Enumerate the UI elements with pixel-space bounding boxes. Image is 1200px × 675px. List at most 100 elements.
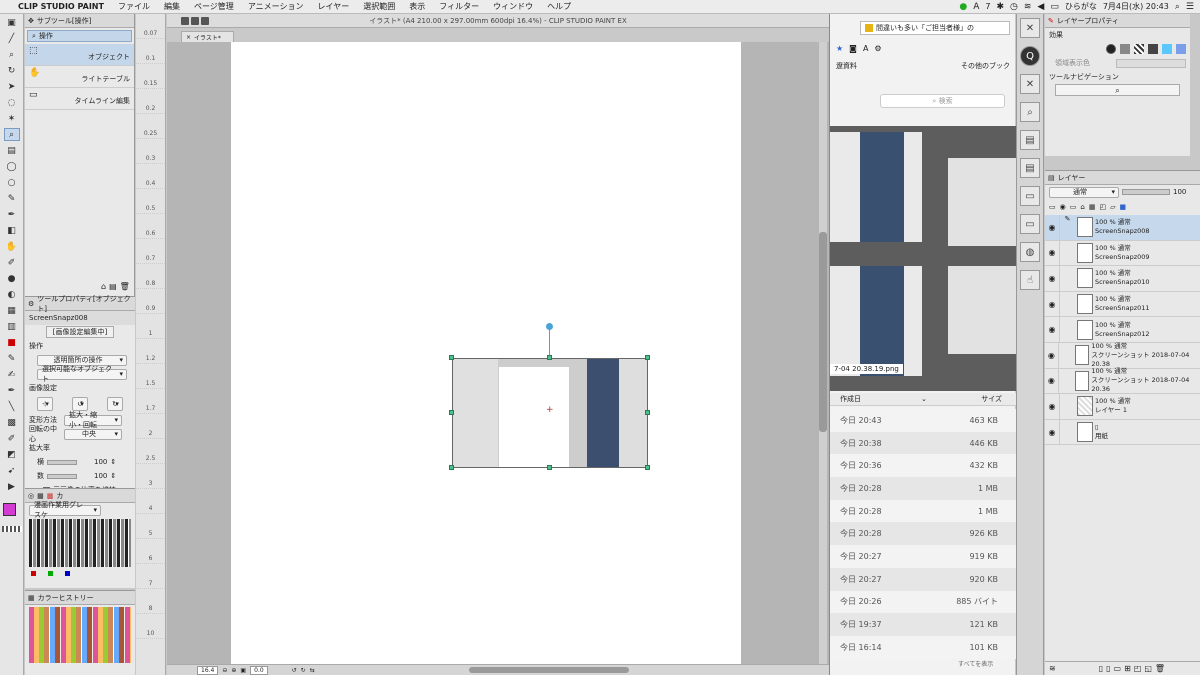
transparent-color-icon[interactable] [2,526,22,532]
layer-row[interactable]: ◉ 100 % 通常 スクリーンショット 2018-07-04 20.36 [1045,367,1200,395]
lock-layer-icon[interactable]: ⌂ [1080,203,1084,211]
file-row[interactable]: 今日 19:37 121 KB [830,613,1016,636]
other-bookmarks[interactable]: その他のブック [961,61,1010,71]
layer-tab[interactable]: ▤ レイヤー [1045,171,1200,185]
eraser-tool-icon[interactable]: ◧ [4,224,20,237]
menu-file[interactable]: ファイル [111,1,157,12]
bluetooth-icon[interactable]: ✱ [996,2,1004,12]
zoom-value[interactable]: 16.4 [197,665,219,675]
app-name-menu[interactable]: CLIP STUDIO PAINT [14,2,111,11]
colorset-tab-icon[interactable]: ▩ [47,492,54,500]
menu-page[interactable]: ページ管理 [187,1,241,12]
brush-size[interactable]: 7 [136,564,165,589]
brush-size[interactable]: 4 [136,489,165,514]
brush-size[interactable]: 0.2 [136,89,165,114]
vertical-scrollbar[interactable] [819,42,827,664]
fit-icon[interactable]: ▣ [240,667,246,674]
height-stepper-icon[interactable]: ⇕ [110,472,116,480]
blend-tool-icon[interactable]: ✋ [4,240,20,253]
brush-size[interactable]: 0.8 [136,264,165,289]
brush-size[interactable]: 0.5 [136,189,165,214]
clip-icon[interactable]: ▭ [1049,203,1056,211]
col-size-header[interactable]: サイズ [981,394,1002,404]
ref-icon[interactable]: ◉ [1060,203,1066,211]
resize-handle-se[interactable] [645,465,650,470]
eye-icon[interactable]: ◉ [1045,300,1059,309]
transform-button-2[interactable]: ↺ [72,397,88,411]
notification-icon[interactable]: ☰ [1186,2,1194,12]
angle-value[interactable]: 0.0 [250,665,268,675]
layer-lock-slot[interactable] [1059,419,1075,445]
brush-size[interactable]: 0.25 [136,114,165,139]
lasso-tool-icon[interactable]: ◌ [4,96,20,109]
menu-edit[interactable]: 編集 [157,1,187,12]
material-icon[interactable]: ✕ [1020,74,1040,94]
colorset-select[interactable]: 漫画作業用グレスケ [29,501,101,519]
subtool-item-timeline[interactable]: ▭ タイムライン編集 [25,88,134,110]
status-badge[interactable]: 7 [985,2,990,11]
colorwheel-tab-icon[interactable]: ◎ [28,492,34,500]
eye-icon[interactable]: ◉ [1045,428,1059,437]
dropper-tool-icon[interactable]: ✎ [4,352,20,365]
brush-size[interactable]: 0.4 [136,164,165,189]
brush-size[interactable]: 2.5 [136,439,165,464]
subtool-item-lighttable[interactable]: ✋ ライトテーブル [25,66,134,88]
folder-icon[interactable]: ▭ [1020,186,1040,206]
toolprop-tab[interactable]: ⚙ ツールプロパティ[オブジェクト] [25,295,135,313]
vertical-scroll-thumb[interactable] [819,232,827,432]
color-tool-icon[interactable]: ✐ [4,432,20,445]
canvas-tab[interactable]: × イラスト* [181,31,234,42]
main-color-swatch[interactable] [3,503,16,516]
trash-icon[interactable]: 🗑 [120,282,130,291]
eye-icon[interactable]: ◉ [1045,223,1059,232]
adobe-icon[interactable]: A [973,2,979,12]
close-icon[interactable] [181,17,189,25]
layer-lock-slot[interactable] [1057,342,1073,368]
subtool-item-object[interactable]: ⬚ オブジェクト [25,44,134,66]
menu-selection[interactable]: 選択範囲 [356,1,402,12]
flip-icon[interactable]: ⇆ [310,667,315,674]
lock-icon[interactable]: ⌂ [101,282,106,291]
layer-lock-slot[interactable] [1059,394,1075,419]
resize-handle-n[interactable] [547,355,552,360]
height-slider[interactable] [47,473,77,479]
apply-mask-icon[interactable]: ◱ [1144,664,1152,673]
brush-size[interactable]: 0.07 [136,14,165,39]
layer-mask-icon[interactable]: ◰ [1134,664,1142,673]
blend-mode-select[interactable]: 通常 [1049,186,1119,198]
layer-trash-icon[interactable]: 🗑 [1155,664,1165,673]
circle-tool-icon[interactable]: ○ [4,176,20,189]
eye-icon[interactable]: ◉ [1045,248,1059,257]
search-field[interactable]: ⌕ 検索 [880,94,1005,108]
green-swatch[interactable] [48,571,53,576]
resize-handle-sw[interactable] [449,465,454,470]
layer-edit-icon[interactable]: ✎ [1059,215,1075,240]
selected-image-object[interactable]: + [452,358,648,468]
eye-icon[interactable]: ◉ [1045,274,1059,283]
file-row[interactable]: 今日 20:26 885 バイト [830,590,1016,614]
width-value[interactable]: 100 [94,458,107,466]
effect-pattern-icon[interactable] [1134,44,1144,54]
ime-indicator[interactable]: ひらがな [1065,1,1097,12]
globe-icon[interactable]: ◍ [1020,242,1040,262]
opacity-value[interactable]: 100 [1173,188,1186,196]
transform-button-3[interactable]: ↻ [107,397,123,411]
opacity-slider[interactable] [1122,189,1170,195]
brush-size[interactable]: 1.2 [136,339,165,364]
brush-tool-icon[interactable]: ✒ [4,208,20,221]
brush-size[interactable]: 6 [136,539,165,564]
preview-thumb-2[interactable] [948,158,1016,246]
height-value[interactable]: 100 [94,472,107,480]
file-row[interactable]: 今日 20:27 920 KB [830,567,1016,591]
new-folder-icon[interactable]: ▭ [1114,664,1122,673]
search-layer-icon[interactable]: ⌕ [1020,102,1040,122]
width-stepper-icon[interactable]: ⇕ [110,458,116,466]
brush-size[interactable]: 5 [136,514,165,539]
balloon-tool-icon[interactable]: ✍ [4,368,20,381]
brush-size[interactable]: 0.1 [136,39,165,64]
brush-size[interactable]: 0.3 [136,139,165,164]
ellipse-tool-icon[interactable]: ◯ [4,160,20,173]
grayscale-swatches[interactable] [29,519,131,567]
transform-select[interactable]: 拡大・縮小・回転 [64,411,122,429]
file-row[interactable]: 今日 20:28 1 MB [830,499,1016,523]
